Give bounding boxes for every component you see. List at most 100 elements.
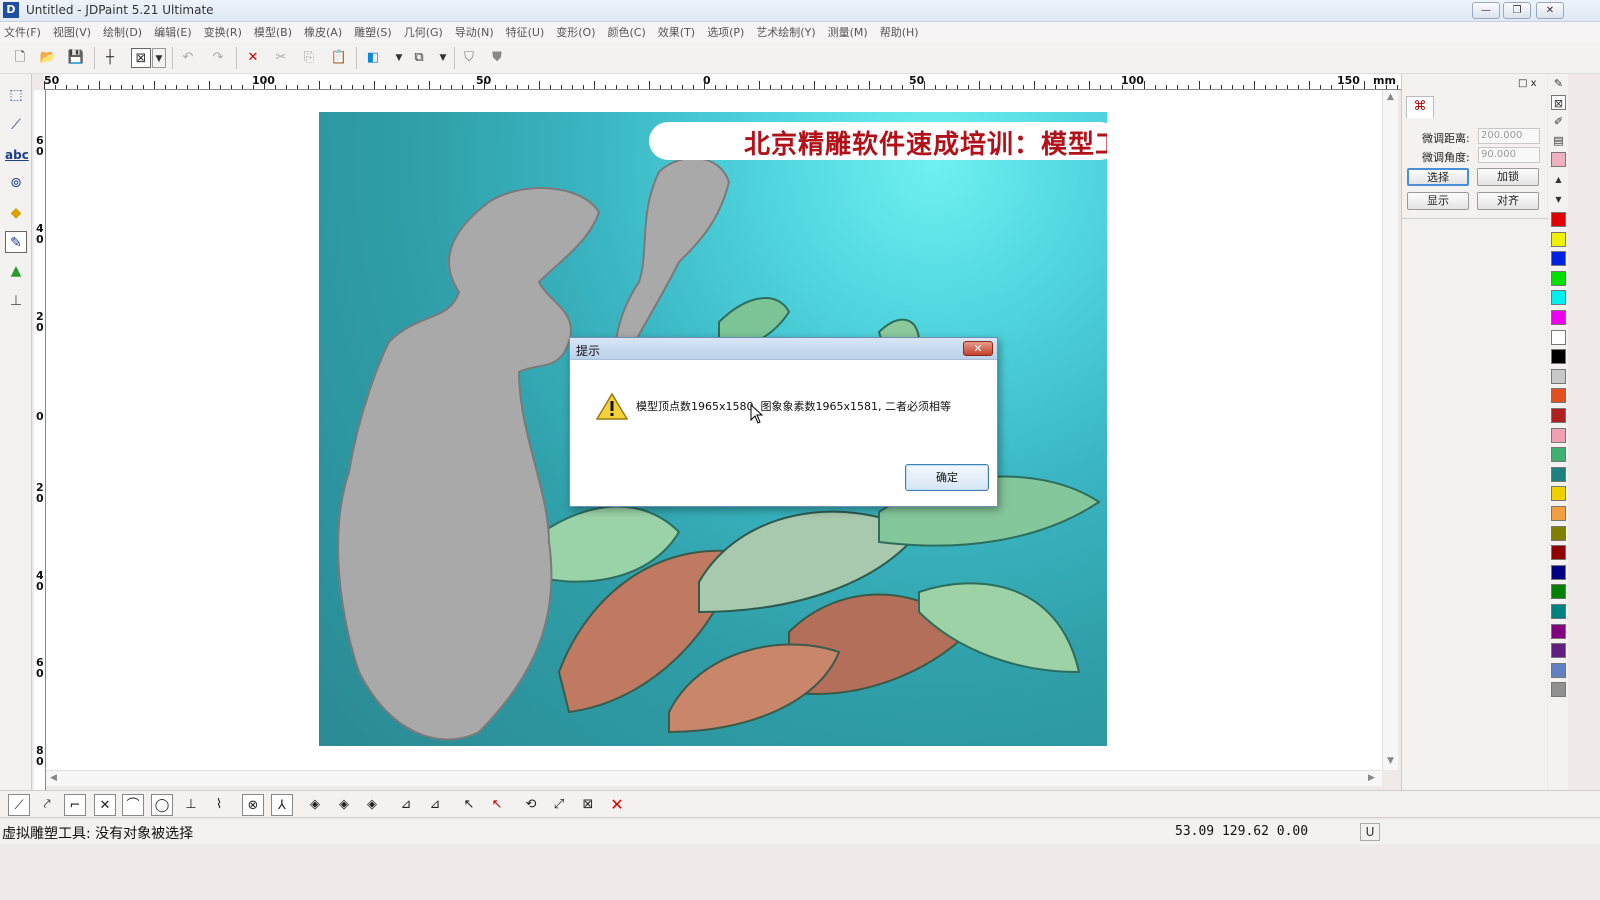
- color-swatch[interactable]: [1551, 408, 1566, 423]
- horizontal-scrollbar[interactable]: ◀ ▶: [46, 770, 1382, 786]
- scroll-left-icon[interactable]: ◀: [50, 773, 57, 783]
- panel-window-controls[interactable]: □ x: [1518, 78, 1537, 89]
- menu-feature[interactable]: 特征(U): [506, 24, 545, 40]
- extend-tool-icon[interactable]: ⊿: [395, 794, 417, 816]
- menu-help[interactable]: 帮助(H): [880, 24, 919, 40]
- menu-art-draw[interactable]: 艺术绘制(Y): [756, 24, 815, 40]
- ok-button[interactable]: 确定: [905, 464, 989, 491]
- polygon-tool-icon[interactable]: ◆: [5, 202, 27, 224]
- crosshair-icon[interactable]: ┼: [100, 48, 120, 68]
- arc-split-icon[interactable]: ⤤: [36, 794, 58, 816]
- paste-icon[interactable]: 📋: [329, 48, 349, 68]
- dialog-close-button[interactable]: ✕: [963, 341, 993, 356]
- color-swatch[interactable]: [1551, 682, 1566, 698]
- menu-deform[interactable]: 变形(O): [556, 24, 595, 40]
- menu-effect[interactable]: 效果(T): [658, 24, 695, 40]
- delete-icon[interactable]: ✕: [243, 48, 263, 68]
- open-folder-icon[interactable]: 📂: [38, 48, 58, 68]
- axis-snap-icon[interactable]: ⅄: [271, 794, 293, 816]
- text-tool-icon[interactable]: abc: [5, 144, 29, 166]
- color-swatch[interactable]: [1551, 270, 1566, 286]
- delete-node-icon[interactable]: ↖: [486, 794, 508, 816]
- scroll-down-icon[interactable]: ▼: [1387, 756, 1394, 766]
- rotate-tool-icon[interactable]: ⊚: [5, 172, 27, 194]
- line-tool-icon[interactable]: ⟋: [8, 794, 30, 816]
- undo-icon[interactable]: ↶: [178, 48, 198, 68]
- model-tool-icon[interactable]: ▲: [5, 260, 27, 282]
- color-swatch[interactable]: [1551, 525, 1566, 541]
- rotate-node-icon[interactable]: ⟲: [520, 794, 542, 816]
- dropdown-arrow-icon[interactable]: ▼: [152, 48, 166, 68]
- grid-diamond-2-icon[interactable]: ◈: [333, 794, 355, 816]
- menu-sculpt[interactable]: 雕塑(S): [354, 24, 392, 40]
- vertical-scrollbar[interactable]: ▲ ▼: [1382, 90, 1398, 770]
- color-swatch[interactable]: [1551, 466, 1566, 482]
- scroll-right-icon[interactable]: ▶: [1368, 773, 1375, 783]
- fine-angle-input[interactable]: 90.000: [1478, 147, 1540, 163]
- minimize-button[interactable]: —: [1472, 2, 1500, 19]
- menu-edit[interactable]: 编辑(E): [154, 24, 192, 40]
- color-swatch[interactable]: [1551, 368, 1566, 384]
- fillet-tool-icon[interactable]: ⌒: [122, 794, 144, 816]
- menu-model[interactable]: 模型(B): [254, 24, 292, 40]
- color-swatch[interactable]: [1551, 427, 1566, 443]
- color-swatch[interactable]: [1551, 329, 1566, 345]
- select-box-icon[interactable]: ⊠: [131, 48, 151, 68]
- clear-selection-icon[interactable]: ⊠: [577, 794, 599, 816]
- color-swatch[interactable]: [1551, 486, 1566, 502]
- no-color-icon[interactable]: ⊠: [1551, 95, 1566, 110]
- color-swatch-current[interactable]: [1551, 152, 1566, 167]
- grid-diamond-3-icon[interactable]: ◈: [361, 794, 383, 816]
- color-swatch[interactable]: [1551, 231, 1566, 247]
- menu-options[interactable]: 选项(P): [707, 24, 744, 40]
- grid-diamond-icon[interactable]: ◈: [304, 794, 326, 816]
- color-swatch[interactable]: [1551, 662, 1566, 678]
- color-swatch[interactable]: [1551, 604, 1566, 619]
- redo-icon[interactable]: ↷: [208, 48, 228, 68]
- shield-filled-icon[interactable]: ⛊: [487, 48, 507, 68]
- menu-file[interactable]: 文件(F): [4, 24, 41, 40]
- panel-tab-sculpt-icon[interactable]: ⌘: [1406, 96, 1434, 118]
- save-icon[interactable]: 💾: [66, 48, 86, 68]
- corner-tool-icon[interactable]: ⌐: [64, 794, 86, 816]
- circle-tool-icon[interactable]: ◯: [151, 794, 173, 816]
- color-swatch[interactable]: [1551, 310, 1566, 325]
- color-swatch[interactable]: [1551, 643, 1566, 659]
- palette-up-icon[interactable]: ▲: [1551, 172, 1566, 187]
- color-swatch[interactable]: [1551, 251, 1566, 267]
- lock-button[interactable]: 加锁: [1477, 168, 1539, 186]
- color-swatch[interactable]: [1551, 564, 1566, 580]
- color-swatch[interactable]: [1551, 623, 1566, 639]
- menu-draw[interactable]: 绘制(D): [103, 24, 142, 40]
- curve-tool-icon[interactable]: ⟋: [5, 114, 27, 136]
- trim-tool-icon[interactable]: ⊿: [424, 794, 446, 816]
- layer-dropdown-icon[interactable]: ▼: [389, 48, 409, 68]
- eyedropper-icon[interactable]: ✐: [1551, 114, 1566, 129]
- select-button[interactable]: 选择: [1407, 168, 1469, 186]
- color-swatch[interactable]: [1551, 584, 1566, 600]
- new-file-icon[interactable]: 🗋: [10, 48, 30, 68]
- cancel-icon[interactable]: ✕: [606, 794, 628, 816]
- color-swatch[interactable]: [1551, 545, 1566, 561]
- edit-node-icon[interactable]: ⤢: [548, 794, 570, 816]
- fine-distance-input[interactable]: 200.000: [1478, 128, 1540, 144]
- menu-geometry[interactable]: 几何(G): [404, 24, 443, 40]
- view-dropdown-icon[interactable]: ▼: [433, 48, 453, 68]
- menu-eraser[interactable]: 橡皮(A): [304, 24, 342, 40]
- menu-transform[interactable]: 变换(R): [204, 24, 242, 40]
- pattern-icon[interactable]: ▤: [1551, 133, 1566, 148]
- color-swatch[interactable]: [1551, 506, 1566, 521]
- menu-measure[interactable]: 测量(M): [828, 24, 868, 40]
- menu-view[interactable]: 视图(V): [53, 24, 91, 40]
- shield-outline-icon[interactable]: ⛉: [459, 48, 479, 68]
- measure-tool-icon[interactable]: ⊥: [5, 290, 27, 312]
- sculpt-pen-icon[interactable]: ✎: [5, 231, 27, 253]
- restore-button[interactable]: ❐: [1503, 2, 1531, 19]
- color-swatch[interactable]: [1551, 349, 1566, 365]
- color-swatch[interactable]: [1551, 388, 1566, 404]
- view-cube-icon[interactable]: ⧉: [409, 48, 429, 68]
- perpendicular-icon[interactable]: ⊥: [180, 794, 202, 816]
- color-swatch[interactable]: [1551, 212, 1566, 227]
- color-swatch[interactable]: [1551, 447, 1566, 463]
- select-node-icon[interactable]: ↖: [458, 794, 480, 816]
